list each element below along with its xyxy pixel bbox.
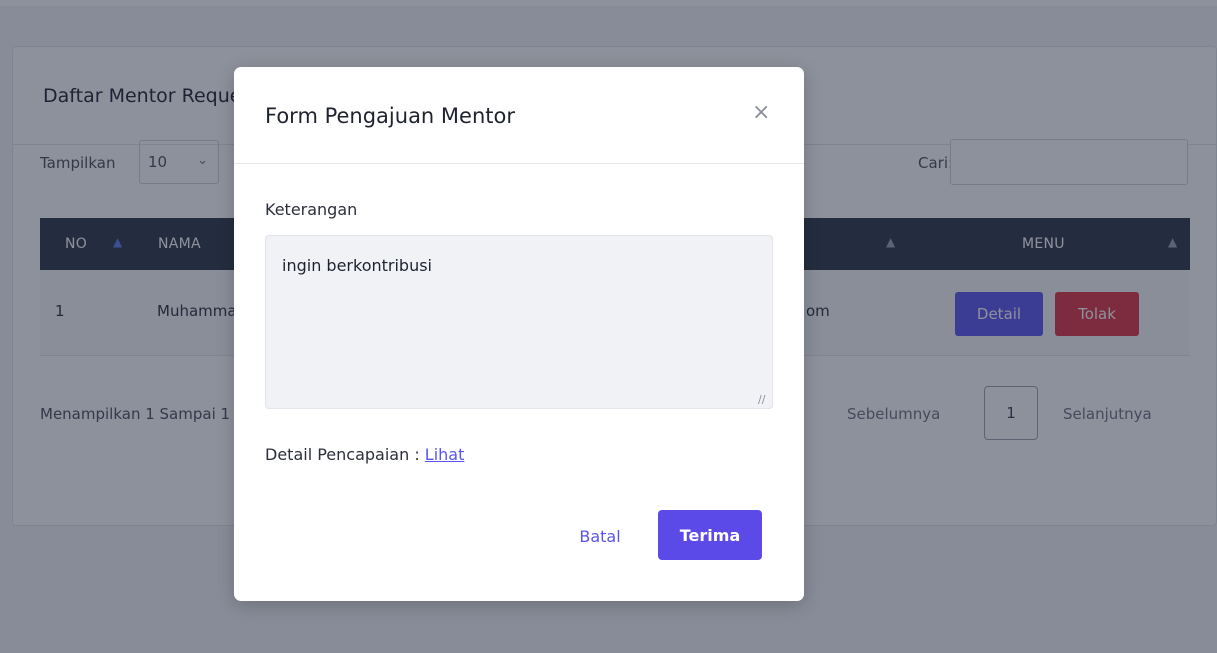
modal-title: Form Pengajuan Mentor: [265, 104, 515, 128]
keterangan-label: Keterangan: [265, 200, 358, 219]
mentor-request-modal: Form Pengajuan Mentor × Keterangan ∕∕ De…: [234, 67, 804, 601]
close-icon[interactable]: ×: [752, 102, 770, 124]
achievement-detail: Detail Pencapaian : Lihat: [265, 445, 464, 464]
resize-grip-icon[interactable]: ∕∕: [758, 393, 765, 406]
achievement-link[interactable]: Lihat: [425, 445, 465, 464]
cancel-button[interactable]: Batal: [565, 511, 635, 561]
keterangan-textarea[interactable]: [265, 235, 773, 409]
modal-header: Form Pengajuan Mentor ×: [234, 67, 804, 164]
achievement-label: Detail Pencapaian :: [265, 445, 425, 464]
accept-button[interactable]: Terima: [658, 510, 762, 560]
